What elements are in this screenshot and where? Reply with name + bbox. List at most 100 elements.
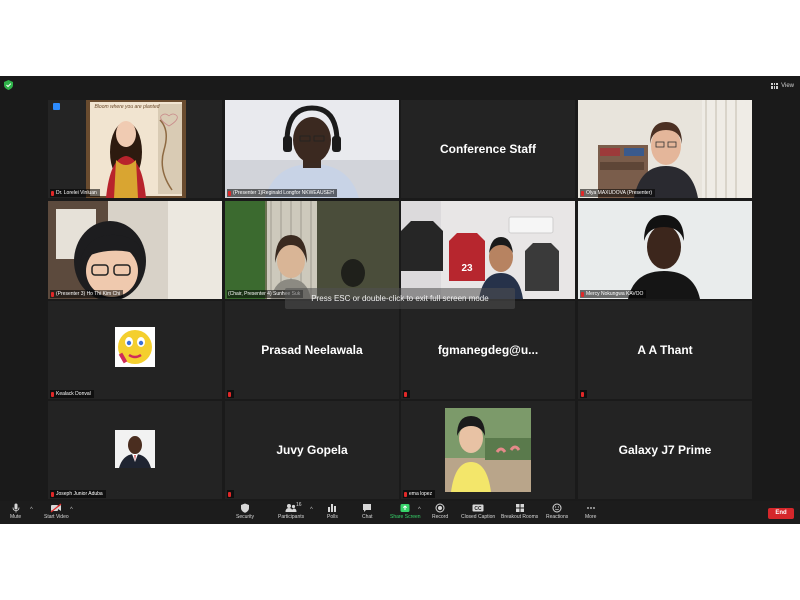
name-tag: ema lopez bbox=[403, 490, 436, 498]
reactions-button[interactable]: Reactions bbox=[546, 503, 568, 520]
microphone-icon bbox=[12, 503, 19, 513]
video-tile[interactable]: ema lopez bbox=[401, 401, 575, 499]
participants-options-chevron-icon[interactable]: ^ bbox=[310, 507, 313, 513]
profile-picture bbox=[115, 430, 155, 468]
participants-label: Participants bbox=[278, 514, 305, 520]
muted-mic-icon bbox=[404, 491, 407, 497]
chat-icon bbox=[363, 504, 372, 512]
video-tile[interactable]: A A Thant bbox=[578, 301, 752, 399]
name-tag: Joseph Junior Aduba bbox=[50, 490, 106, 498]
polls-button[interactable]: Polls bbox=[327, 503, 338, 520]
name-tag bbox=[403, 390, 410, 398]
muted-mic-icon bbox=[51, 190, 54, 196]
participant-name: fgmanegdeg@u... bbox=[437, 343, 539, 357]
video-tile[interactable]: Conference Staff bbox=[401, 100, 575, 198]
closed-caption-button[interactable]: CC Closed Caption bbox=[461, 503, 495, 520]
video-options-chevron-icon[interactable]: ^ bbox=[70, 507, 73, 513]
closed-caption-label: Closed Caption bbox=[461, 514, 496, 520]
more-icon bbox=[586, 507, 595, 509]
name-tag: (Presenter 3) Ho Thi Kim Chi bbox=[50, 290, 124, 298]
video-tile[interactable]: fgmanegdeg@u... bbox=[401, 301, 575, 399]
video-off-icon bbox=[50, 503, 62, 513]
start-video-button[interactable]: Start Video bbox=[44, 503, 69, 520]
closed-caption-icon: CC bbox=[472, 504, 484, 512]
name-tag: Olya MAXUDOVA (Presenter) bbox=[580, 189, 656, 197]
participant-name: A A Thant bbox=[637, 343, 693, 357]
video-feed bbox=[578, 100, 752, 198]
video-tile[interactable]: Joseph Junior Aduba bbox=[48, 401, 222, 499]
polls-icon bbox=[328, 504, 337, 512]
more-button[interactable]: More bbox=[585, 503, 596, 520]
muted-mic-icon bbox=[51, 391, 54, 397]
participant-name: Prasad Neelawala bbox=[261, 343, 363, 357]
muted-mic-icon bbox=[228, 491, 231, 497]
mute-label: Mute bbox=[10, 514, 22, 520]
emoji-avatar bbox=[115, 327, 155, 367]
view-button[interactable]: View bbox=[771, 79, 794, 92]
mute-button[interactable]: Mute bbox=[10, 503, 21, 520]
meeting-toolbar: Mute ^ Start Video ^ Security Participan… bbox=[0, 501, 800, 524]
muted-mic-icon bbox=[581, 391, 584, 397]
top-bar: View bbox=[0, 76, 800, 96]
record-label: Record bbox=[432, 514, 449, 520]
security-button[interactable]: Security bbox=[236, 503, 254, 520]
share-screen-label: Share Screen bbox=[390, 514, 421, 520]
muted-mic-icon bbox=[51, 491, 54, 497]
security-label: Security bbox=[236, 514, 255, 520]
participants-count: 16 bbox=[296, 502, 302, 508]
chat-label: Chat bbox=[362, 514, 373, 520]
participant-name: Conference Staff bbox=[439, 142, 537, 156]
share-options-chevron-icon[interactable]: ^ bbox=[418, 507, 421, 513]
muted-mic-icon bbox=[51, 291, 54, 297]
reactions-label: Reactions bbox=[546, 514, 569, 520]
grid-view-icon bbox=[771, 82, 779, 89]
video-tile[interactable]: 23 bbox=[401, 201, 575, 299]
end-meeting-button[interactable]: End bbox=[768, 508, 794, 519]
view-label: View bbox=[781, 82, 794, 89]
breakout-rooms-button[interactable]: Breakout Rooms bbox=[501, 503, 538, 520]
video-tile[interactable]: (Presenter 3) Ho Thi Kim Chi bbox=[48, 201, 222, 299]
muted-mic-icon bbox=[228, 190, 231, 196]
video-tile[interactable]: Prasad Neelawala bbox=[225, 301, 399, 399]
banner-text: Bloom where you are planted bbox=[94, 104, 160, 110]
participant-name: Juvy Gopela bbox=[276, 443, 348, 457]
svg-text:CC: CC bbox=[474, 506, 482, 512]
video-tile[interactable]: (Presenter 1)Reginald Longfor NKWEAUSEH bbox=[225, 100, 399, 198]
participant-name: Galaxy J7 Prime bbox=[618, 443, 712, 457]
breakout-rooms-icon bbox=[515, 504, 524, 512]
jersey-number: 23 bbox=[461, 263, 473, 274]
name-tag bbox=[580, 390, 587, 398]
muted-mic-icon bbox=[228, 391, 231, 397]
start-video-label: Start Video bbox=[44, 514, 69, 520]
video-feed bbox=[578, 201, 752, 299]
zoom-meeting-window: View Bloom where you are planted Dr. Lor… bbox=[0, 76, 800, 524]
muted-mic-icon bbox=[581, 291, 584, 297]
video-tile[interactable]: Kealack Donval bbox=[48, 301, 222, 399]
fullscreen-hint: Press ESC or double-click to exit full s… bbox=[285, 288, 515, 309]
share-screen-button[interactable]: Share Screen bbox=[390, 503, 421, 520]
video-tile[interactable]: Mercy Nokungwa KAVOO bbox=[578, 201, 752, 299]
record-button[interactable]: Record bbox=[432, 503, 448, 520]
active-speaker-tile[interactable]: (Chair, Presenter 4) Sunhee Suk bbox=[225, 201, 399, 299]
share-screen-icon bbox=[400, 504, 410, 512]
video-tile[interactable]: Juvy Gopela bbox=[225, 401, 399, 499]
video-tile[interactable]: Galaxy J7 Prime bbox=[578, 401, 752, 499]
video-feed bbox=[225, 201, 399, 299]
polls-label: Polls bbox=[327, 514, 338, 520]
name-tag: Mercy Nokungwa KAVOO bbox=[580, 290, 647, 298]
profile-picture bbox=[86, 100, 186, 198]
record-icon bbox=[435, 503, 445, 513]
name-tag bbox=[227, 490, 234, 498]
chat-button[interactable]: Chat bbox=[362, 503, 373, 520]
mute-options-chevron-icon[interactable]: ^ bbox=[30, 507, 33, 513]
video-tile[interactable]: Olya MAXUDOVA (Presenter) bbox=[578, 100, 752, 198]
name-tag: Kealack Donval bbox=[50, 390, 94, 398]
more-label: More bbox=[585, 514, 597, 520]
profile-picture bbox=[445, 408, 531, 492]
name-tag bbox=[227, 390, 234, 398]
shield-icon[interactable] bbox=[4, 80, 13, 90]
video-feed bbox=[48, 201, 222, 299]
shield-icon bbox=[241, 503, 250, 513]
video-tile[interactable]: Bloom where you are planted Dr. Lorelei … bbox=[48, 100, 222, 198]
video-feed: 23 bbox=[401, 201, 575, 299]
